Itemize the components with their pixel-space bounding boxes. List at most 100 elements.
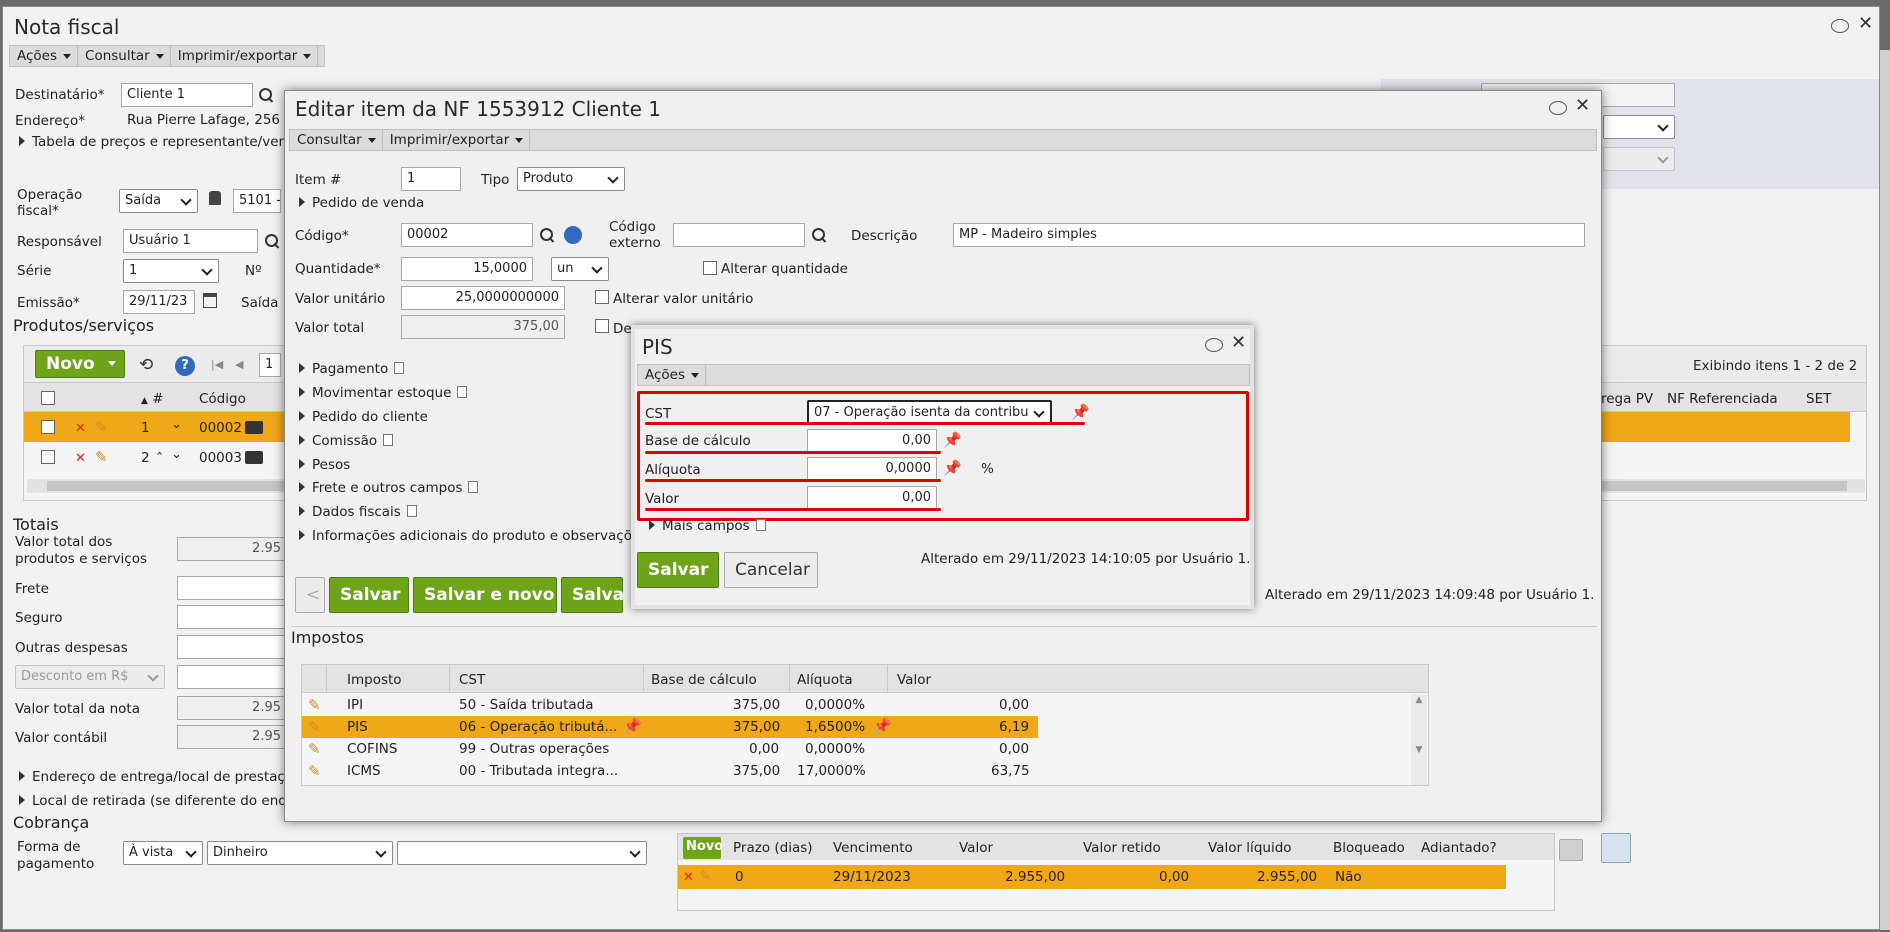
chevron-down-icon[interactable]: ⌄ bbox=[171, 447, 182, 462]
pin-icon[interactable]: 📌 bbox=[943, 460, 962, 476]
delete-icon[interactable]: ✕ bbox=[75, 451, 86, 466]
camera-icon[interactable] bbox=[245, 421, 263, 434]
codigo-externo-input[interactable] bbox=[673, 223, 805, 247]
col-prazo[interactable]: Prazo (dias) bbox=[733, 840, 813, 856]
back-button[interactable]: < bbox=[295, 577, 325, 613]
valor-unitario-input[interactable]: 25,0000000000 bbox=[401, 286, 565, 310]
descricao-input[interactable]: MP - Madeiro simples bbox=[953, 223, 1585, 247]
search-icon[interactable] bbox=[265, 234, 279, 248]
col-imposto[interactable]: Imposto bbox=[347, 672, 402, 688]
salvar-fechar-button[interactable]: Salva bbox=[561, 577, 624, 613]
pencil-icon[interactable]: ✎ bbox=[308, 741, 324, 757]
menu-imprimir-exportar[interactable]: Imprimir/exportar bbox=[383, 130, 531, 150]
destinatario-input[interactable]: Cliente 1 bbox=[121, 83, 253, 107]
chat-icon[interactable] bbox=[1831, 19, 1849, 33]
refresh-icon[interactable]: ⟲ bbox=[139, 355, 153, 375]
row-checkbox[interactable] bbox=[41, 450, 55, 464]
totais-value-outras[interactable] bbox=[177, 635, 287, 659]
pin-icon[interactable]: 📌 bbox=[943, 432, 962, 448]
col-num[interactable]: ▲ # bbox=[141, 391, 164, 407]
camera-icon[interactable] bbox=[245, 451, 263, 464]
table-row[interactable] bbox=[302, 760, 996, 782]
close-icon[interactable]: ✕ bbox=[1575, 97, 1590, 115]
quantidade-input[interactable]: 15,0000 bbox=[401, 257, 533, 281]
serie-select[interactable]: 1 bbox=[123, 259, 219, 283]
close-icon[interactable]: ✕ bbox=[1231, 334, 1246, 352]
mais-campos-expander[interactable]: Mais campos bbox=[649, 518, 766, 534]
table-row[interactable] bbox=[302, 694, 996, 716]
help-icon[interactable]: ? bbox=[175, 356, 195, 376]
pagamento-expander[interactable]: Pagamento bbox=[299, 361, 405, 377]
de-checkbox[interactable] bbox=[595, 319, 609, 333]
row-checkbox[interactable] bbox=[41, 420, 55, 434]
vertical-scrollbar[interactable]: ▲ ▼ bbox=[1411, 695, 1427, 785]
endereco-entrega-expander[interactable]: Endereço de entrega/local de prestaç bbox=[19, 769, 285, 785]
pis-salvar-button[interactable]: Salvar bbox=[637, 552, 719, 588]
frete-expander[interactable]: Frete e outros campos bbox=[299, 480, 479, 496]
salvar-button[interactable]: Salvar bbox=[329, 577, 409, 613]
pencil-icon[interactable]: ✎ bbox=[308, 763, 324, 779]
col-valor-retido[interactable]: Valor retido bbox=[1083, 840, 1161, 856]
pencil-icon[interactable]: ✎ bbox=[699, 868, 715, 884]
informacoes-adicionais-expander[interactable]: Informações adicionais do produto e obse… bbox=[299, 528, 632, 544]
pencil-icon[interactable]: ✎ bbox=[308, 719, 324, 735]
aliquota-input[interactable]: 0,0000 bbox=[807, 457, 937, 481]
prev-page-icon[interactable]: ◀ bbox=[235, 358, 243, 371]
pesos-expander[interactable]: Pesos bbox=[299, 457, 350, 473]
unidade-select[interactable]: un bbox=[551, 257, 609, 281]
table-row[interactable] bbox=[302, 738, 996, 760]
emissao-input[interactable]: 29/11/23 bbox=[123, 290, 195, 314]
table-row[interactable] bbox=[302, 716, 1038, 738]
col-cst[interactable]: CST bbox=[459, 672, 485, 688]
tabela-precos-expander[interactable]: Tabela de preços e representante/ven bbox=[19, 134, 287, 150]
menu-imprimir-exportar[interactable]: Imprimir/exportar bbox=[171, 46, 319, 66]
local-retirada-expander[interactable]: Local de retirada (se diferente do end bbox=[19, 793, 287, 809]
chevron-up-icon[interactable]: ⌃ bbox=[155, 450, 164, 463]
col-codigo[interactable]: Código bbox=[199, 391, 246, 407]
printer-icon[interactable] bbox=[1559, 839, 1583, 861]
table-row[interactable] bbox=[678, 865, 1506, 889]
valor-input[interactable]: 0,00 bbox=[807, 486, 937, 510]
novo-button[interactable]: Novo bbox=[35, 350, 125, 378]
alterar-quantidade-checkbox[interactable] bbox=[703, 261, 717, 275]
movimentar-estoque-expander[interactable]: Movimentar estoque bbox=[299, 385, 468, 401]
search-icon[interactable] bbox=[540, 228, 554, 242]
info-icon[interactable] bbox=[564, 226, 582, 244]
codigo-input[interactable]: 00002 bbox=[401, 223, 533, 247]
col-aliquota[interactable]: Alíquota bbox=[797, 672, 853, 688]
col-valor[interactable]: Valor bbox=[897, 672, 931, 688]
cfop-input[interactable]: 5101 - bbox=[233, 189, 281, 213]
desconto-input[interactable] bbox=[177, 665, 287, 689]
menu-acoes[interactable]: Ações bbox=[638, 365, 707, 385]
calendar-icon[interactable] bbox=[203, 293, 217, 308]
base-input[interactable]: 0,00 bbox=[807, 429, 937, 453]
window-scrollbar[interactable] bbox=[1880, 50, 1890, 930]
responsavel-input[interactable]: Usuário 1 bbox=[123, 229, 258, 253]
meio-pagamento-select[interactable]: Dinheiro bbox=[207, 841, 393, 865]
alterar-valor-unitario-checkbox[interactable] bbox=[595, 290, 609, 304]
menu-acoes[interactable]: Ações bbox=[10, 46, 79, 66]
first-page-icon[interactable]: |◀ bbox=[211, 358, 223, 371]
col-nf-referenciada[interactable]: NF Referenciada bbox=[1667, 391, 1778, 407]
chat-icon[interactable] bbox=[1549, 101, 1567, 115]
lock-icon[interactable] bbox=[1601, 833, 1631, 863]
dados-fiscais-expander[interactable]: Dados fiscais bbox=[299, 504, 417, 520]
pagamento-extra-select[interactable] bbox=[397, 841, 647, 865]
operacao-select[interactable]: Saída bbox=[119, 189, 198, 213]
delete-icon[interactable]: ✕ bbox=[75, 421, 86, 436]
pin-icon[interactable]: 📌 bbox=[1071, 404, 1090, 420]
col-base[interactable]: Base de cálculo bbox=[651, 672, 757, 688]
pencil-icon[interactable]: ✎ bbox=[308, 697, 324, 713]
tipo-select[interactable]: Produto bbox=[517, 167, 625, 191]
menu-consultar[interactable]: Consultar bbox=[290, 130, 383, 150]
col-valor[interactable]: Valor bbox=[959, 840, 993, 856]
forma-pagamento-select[interactable]: À vista bbox=[123, 841, 203, 865]
totais-value-produtos[interactable]: 2.95 bbox=[177, 537, 287, 561]
select-all-checkbox[interactable] bbox=[41, 391, 55, 405]
close-icon[interactable]: ✕ bbox=[1858, 15, 1873, 33]
cst-select[interactable]: 07 - Operação isenta da contribu bbox=[807, 400, 1052, 424]
right-header-select-2[interactable] bbox=[1603, 147, 1675, 171]
totais-value-frete[interactable] bbox=[177, 576, 287, 600]
salvar-e-novo-button[interactable]: Salvar e novo bbox=[413, 577, 557, 613]
totais-value-seguro[interactable] bbox=[177, 605, 287, 629]
